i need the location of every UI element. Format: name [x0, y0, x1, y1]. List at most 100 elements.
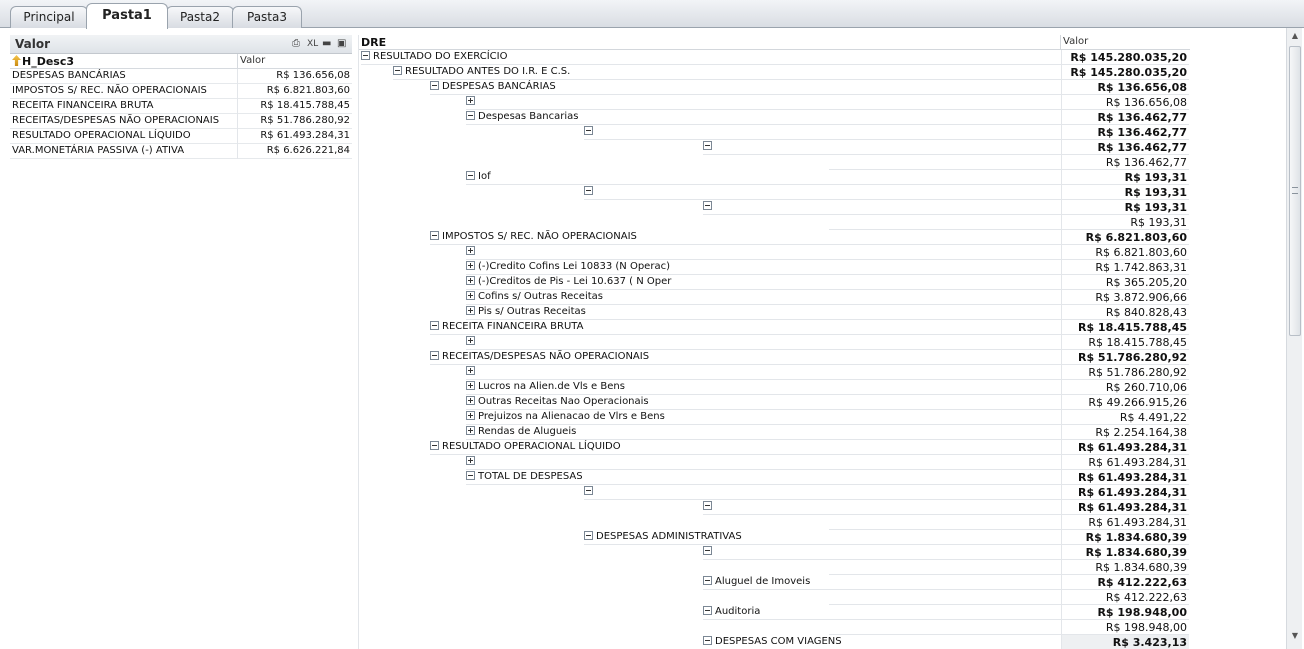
- table-row[interactable]: DESPESAS BANCÁRIAS R$ 136.656,08: [10, 69, 352, 84]
- pivot-dimension-cell[interactable]: TOTAL DE DESPESAS: [466, 470, 583, 485]
- pivot-dimension-cell[interactable]: Despesas Bancarias: [466, 110, 578, 125]
- collapse-minus-icon[interactable]: [584, 186, 593, 195]
- expand-plus-icon[interactable]: [466, 381, 475, 390]
- pivot-dimension-cell[interactable]: [466, 335, 478, 350]
- tab-pasta2[interactable]: Pasta2: [166, 6, 234, 28]
- tab-pasta3[interactable]: Pasta3: [232, 6, 302, 28]
- pivot-dimension-cell[interactable]: [703, 200, 715, 215]
- pivot-dimension-cell[interactable]: [584, 485, 596, 500]
- vertical-scrollbar[interactable]: ▲ ▼: [1286, 28, 1302, 649]
- collapse-minus-icon[interactable]: [584, 486, 593, 495]
- pivot-dimension-cell[interactable]: [466, 455, 478, 470]
- column-divider[interactable]: [237, 54, 238, 69]
- table-row[interactable]: RESULTADO OPERACIONAL LÍQUIDO R$ 61.493.2…: [10, 129, 352, 144]
- pivot-dimension-cell[interactable]: Prejuizos na Alienacao de Vlrs e Bens: [466, 410, 665, 425]
- pivot-dimension-cell[interactable]: DESPESAS BANCÁRIAS: [430, 80, 556, 95]
- collapse-minus-icon[interactable]: [703, 501, 712, 510]
- send-to-excel-icon[interactable]: XL: [307, 38, 318, 50]
- pivot-dimension-cell[interactable]: [703, 140, 715, 155]
- scrollbar-thumb[interactable]: [1289, 46, 1301, 336]
- pivot-dimension-cell[interactable]: [829, 590, 832, 605]
- expand-plus-icon[interactable]: [466, 366, 475, 375]
- pivot-dimension-cell[interactable]: [466, 245, 478, 260]
- dre-column-header[interactable]: DRE: [361, 36, 386, 49]
- expand-plus-icon[interactable]: [466, 261, 475, 270]
- h-desc3-column-header[interactable]: H_Desc3: [12, 55, 74, 68]
- pivot-dimension-cell[interactable]: [703, 545, 715, 560]
- collapse-minus-icon[interactable]: [584, 126, 593, 135]
- collapse-minus-icon[interactable]: [430, 81, 439, 90]
- pivot-dimension-cell[interactable]: [466, 95, 478, 110]
- tab-pasta1[interactable]: Pasta1: [86, 3, 168, 29]
- expand-plus-icon[interactable]: [466, 426, 475, 435]
- column-divider[interactable]: [1060, 35, 1061, 50]
- collapse-minus-icon[interactable]: [466, 471, 475, 480]
- pivot-dimension-cell[interactable]: [829, 155, 832, 170]
- pivot-dimension-cell[interactable]: [829, 515, 832, 530]
- pivot-dimension-cell[interactable]: RESULTADO ANTES DO I.R. E C.S.: [393, 65, 570, 80]
- collapse-minus-icon[interactable]: [703, 636, 712, 645]
- table-row[interactable]: VAR.MONETÁRIA PASSIVA (-) ATIVA R$ 6.626.…: [10, 144, 352, 159]
- pivot-dimension-cell[interactable]: DESPESAS COM VIAGENS: [703, 635, 842, 649]
- expand-plus-icon[interactable]: [466, 96, 475, 105]
- pivot-dimension-cell[interactable]: Aluguel de Imoveis: [703, 575, 810, 590]
- pivot-dimension-cell[interactable]: [829, 620, 832, 635]
- tab-principal[interactable]: Principal: [10, 6, 88, 28]
- pivot-dimension-cell[interactable]: Auditoria: [703, 605, 760, 620]
- scroll-down-arrow-icon[interactable]: ▼: [1287, 628, 1303, 644]
- table-row[interactable]: IMPOSTOS S/ REC. NÃO OPERACIONAIS R$ 6.82…: [10, 84, 352, 99]
- table-row[interactable]: RECEITA FINANCEIRA BRUTA R$ 18.415.788,45: [10, 99, 352, 114]
- expand-plus-icon[interactable]: [466, 411, 475, 420]
- expand-plus-icon[interactable]: [466, 396, 475, 405]
- pivot-dimension-cell[interactable]: Iof: [466, 170, 491, 185]
- expand-plus-icon[interactable]: [466, 276, 475, 285]
- expand-plus-icon[interactable]: [466, 306, 475, 315]
- dre-valor-column-header[interactable]: Valor: [1063, 36, 1088, 47]
- pivot-dimension-cell[interactable]: Cofins s/ Outras Receitas: [466, 290, 603, 305]
- pivot-dimension-cell[interactable]: [829, 560, 832, 575]
- table-row[interactable]: RECEITAS/DESPESAS NÃO OPERACIONAIS R$ 51.…: [10, 114, 352, 129]
- collapse-minus-icon[interactable]: [703, 201, 712, 210]
- collapse-minus-icon[interactable]: [430, 441, 439, 450]
- collapse-minus-icon[interactable]: [703, 576, 712, 585]
- pivot-dimension-cell[interactable]: Rendas de Alugueis: [466, 425, 576, 440]
- pivot-dimension-cell[interactable]: (-)Credito Cofins Lei 10833 (N Operac): [466, 260, 670, 275]
- pivot-dimension-cell[interactable]: DESPESAS ADMINISTRATIVAS: [584, 530, 742, 545]
- pivot-dimension-cell[interactable]: RESULTADO DO EXERCÍCIO: [361, 50, 507, 65]
- pivot-dimension-cell[interactable]: Outras Receitas Nao Operacionais: [466, 395, 649, 410]
- pivot-dimension-cell[interactable]: RESULTADO OPERACIONAL LÍQUIDO: [430, 440, 621, 455]
- collapse-minus-icon[interactable]: [430, 321, 439, 330]
- collapse-minus-icon[interactable]: [430, 231, 439, 240]
- expand-plus-icon[interactable]: [466, 291, 475, 300]
- collapse-minus-icon[interactable]: [393, 66, 402, 75]
- collapse-minus-icon[interactable]: [703, 141, 712, 150]
- collapse-minus-icon[interactable]: [361, 51, 370, 60]
- collapse-minus-icon[interactable]: [466, 111, 475, 120]
- pivot-dimension-cell[interactable]: IMPOSTOS S/ REC. NÃO OPERACIONAIS: [430, 230, 637, 245]
- collapse-minus-icon[interactable]: [703, 606, 712, 615]
- pivot-dimension-cell[interactable]: [466, 365, 478, 380]
- collapse-minus-icon[interactable]: [466, 171, 475, 180]
- collapse-minus-icon[interactable]: [430, 351, 439, 360]
- pivot-dimension-cell[interactable]: Pis s/ Outras Receitas: [466, 305, 586, 320]
- pivot-dimension-cell[interactable]: [584, 185, 596, 200]
- expand-plus-icon[interactable]: [466, 246, 475, 255]
- pivot-dimension-cell[interactable]: RECEITAS/DESPESAS NÃO OPERACIONAIS: [430, 350, 649, 365]
- expand-plus-icon[interactable]: [466, 336, 475, 345]
- expand-plus-icon[interactable]: [466, 456, 475, 465]
- print-icon[interactable]: ⎙: [292, 38, 300, 50]
- collapse-minus-icon[interactable]: [584, 531, 593, 540]
- pivot-dimension-cell[interactable]: [703, 500, 715, 515]
- scroll-up-arrow-icon[interactable]: ▲: [1287, 28, 1303, 44]
- pivot-value-cell: R$ 61.493.284,31: [1061, 455, 1189, 470]
- pivot-dimension-cell[interactable]: (-)Creditos de Pis - Lei 10.637 ( N Oper: [466, 275, 671, 290]
- valor-column-header[interactable]: Valor: [240, 55, 265, 66]
- pivot-dimension-cell[interactable]: [584, 125, 596, 140]
- maximize-icon[interactable]: ▣: [337, 38, 346, 50]
- pivot-dimension-cell[interactable]: RECEITA FINANCEIRA BRUTA: [430, 320, 583, 335]
- pivot-dimension-cell[interactable]: [829, 215, 832, 230]
- minimize-icon[interactable]: ▬: [322, 38, 331, 50]
- pivot-dimension-cell[interactable]: Lucros na Alien.de Vls e Bens: [466, 380, 625, 395]
- pivot-value-cell: R$ 412.222,63: [1061, 575, 1189, 590]
- collapse-minus-icon[interactable]: [703, 546, 712, 555]
